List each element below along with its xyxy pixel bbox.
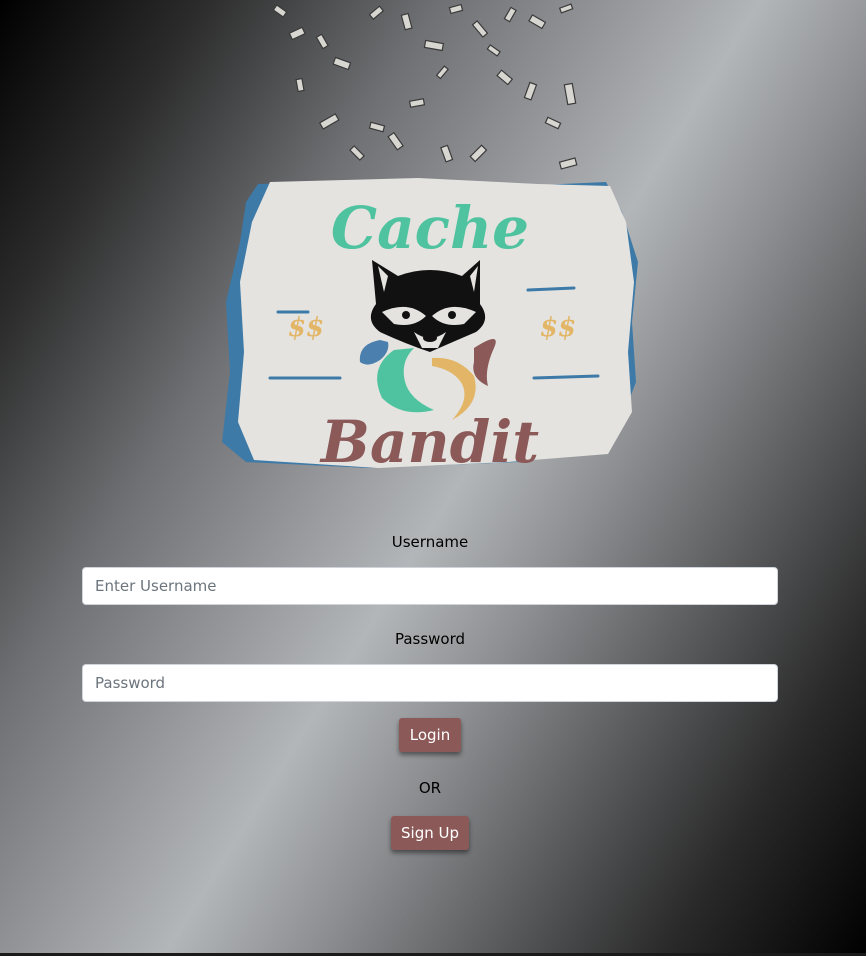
password-input[interactable] bbox=[82, 664, 778, 702]
username-input[interactable] bbox=[82, 567, 778, 605]
login-button[interactable]: Login bbox=[399, 718, 461, 752]
password-label: Password bbox=[394, 630, 466, 648]
logo-title-cache: Cache bbox=[331, 194, 529, 262]
logo-dollar-right: $$ bbox=[540, 313, 576, 343]
or-divider: OR bbox=[418, 779, 442, 797]
username-label: Username bbox=[391, 533, 469, 551]
logo-title-bandit: Bandit bbox=[319, 408, 539, 476]
logo-dollar-left: $$ bbox=[288, 313, 324, 343]
signup-button[interactable]: Sign Up bbox=[391, 816, 469, 850]
cache-bandit-logo: Cache $$ $$ Bandit bbox=[218, 172, 642, 478]
login-form: Username Password Login OR Sign Up bbox=[82, 530, 778, 850]
form-spacer bbox=[82, 702, 778, 718]
form-spacer bbox=[82, 605, 778, 627]
falling-money-icon bbox=[260, 0, 600, 180]
